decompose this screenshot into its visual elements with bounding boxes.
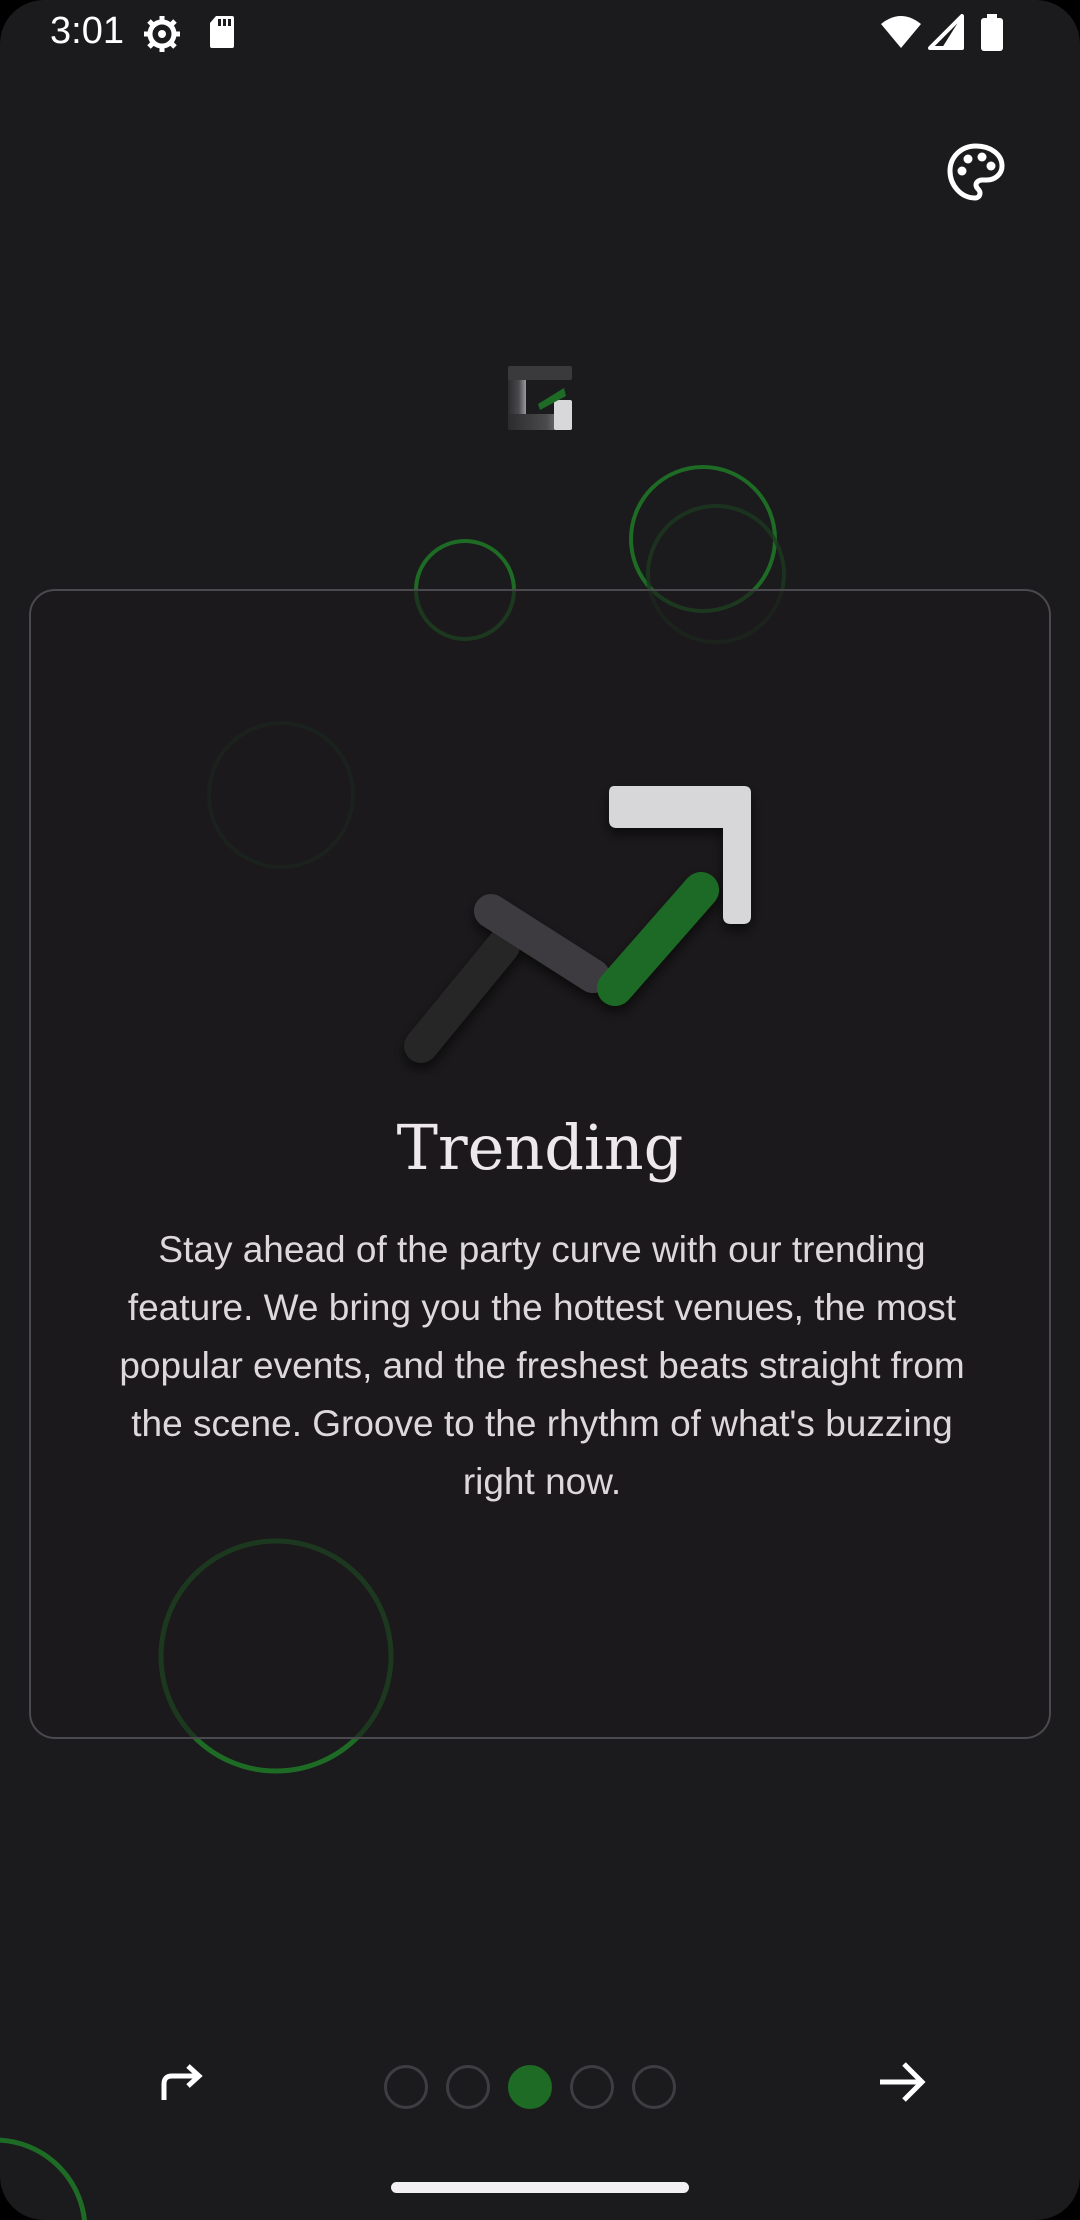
page-dot[interactable]	[632, 2065, 676, 2109]
skip-arrow-icon	[161, 2064, 203, 2100]
sd-card-icon	[208, 14, 236, 55]
status-bar: 3:01	[0, 0, 1080, 68]
page-indicator	[384, 2065, 676, 2113]
palette-icon	[947, 143, 1005, 201]
page-dot-active[interactable]	[508, 2065, 552, 2109]
settings-gear-icon	[142, 14, 182, 59]
next-button[interactable]	[866, 2046, 938, 2118]
home-indicator[interactable]	[391, 2182, 689, 2193]
skip-button[interactable]	[150, 2050, 214, 2114]
onboarding-card: Trending Stay ahead of the party curve w…	[29, 589, 1051, 1739]
card-title: Trending	[396, 1111, 684, 1184]
page-dot[interactable]	[384, 2065, 428, 2109]
arrow-right-icon	[880, 2062, 926, 2102]
theme-button[interactable]	[944, 140, 1008, 204]
signal-icon	[928, 14, 964, 55]
battery-icon	[980, 14, 1004, 57]
app-logo	[504, 360, 576, 440]
onboarding-screen: 3:01 Trending Stay ahead of the party cu…	[0, 0, 1080, 2220]
page-dot[interactable]	[446, 2065, 490, 2109]
card-illustration	[361, 776, 781, 1076]
card-description: Stay ahead of the party curve with our t…	[119, 1229, 965, 1502]
app-logo-icon	[508, 366, 572, 430]
wifi-icon	[880, 14, 922, 55]
status-time: 3:01	[50, 10, 124, 52]
bubble	[0, 2137, 87, 2220]
trending-arrow-icon	[404, 786, 751, 1063]
page-dot[interactable]	[570, 2065, 614, 2109]
